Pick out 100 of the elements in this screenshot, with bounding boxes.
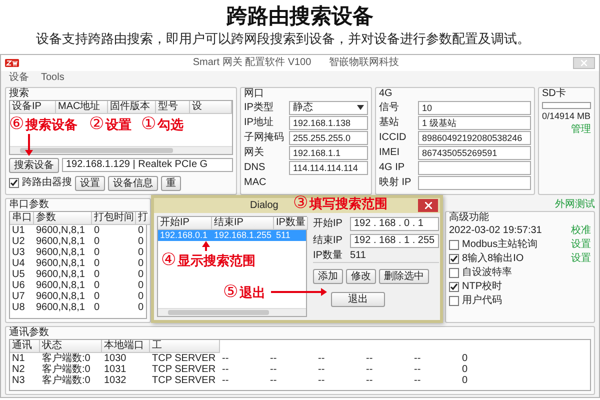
table-cell-text: --	[317, 375, 326, 386]
dialog-button[interactable]: 删除选中	[379, 269, 429, 284]
option-label: NTP校时	[462, 281, 503, 293]
table-cell-text: 0	[137, 247, 145, 258]
table-cell-text: 192.168.1.255	[213, 230, 273, 241]
ip-field[interactable]: 192 . 168 . 0 . 1	[350, 216, 439, 230]
group-title: SD卡	[542, 88, 566, 100]
manage-link[interactable]: 管理	[571, 124, 591, 136]
table-cell-text: --	[317, 353, 326, 364]
table-cell-text: --	[413, 353, 422, 364]
date-time: 2022-03-02 19:57:31	[449, 225, 542, 237]
column-header[interactable]: IP数量	[274, 217, 308, 230]
input-field[interactable]: 192.168.1.1	[289, 146, 368, 160]
table-cell-text: U6	[11, 280, 26, 291]
table-cell-text: 0	[137, 302, 145, 313]
input-field[interactable]: 89860492192080538246	[418, 130, 531, 144]
table-cell-text: 0	[93, 225, 101, 236]
option-label: 用户代码	[462, 295, 503, 307]
adapter-field[interactable]: 192.168.1.129 | Realtek PCIe G	[62, 158, 233, 172]
table-cell-text: TCP SERVER	[151, 375, 217, 386]
column-header[interactable]: 工	[150, 340, 220, 353]
table-cell-text: 0	[93, 280, 101, 291]
ip-count: 511	[350, 250, 366, 262]
settings-link[interactable]: 设置	[571, 253, 591, 265]
horizontal-scrollbar[interactable]	[158, 308, 306, 316]
table-cell-text: 0	[137, 236, 145, 247]
app-logo-icon	[5, 59, 19, 67]
input-field[interactable]: 192.168.1.138	[289, 116, 368, 130]
dropdown-field[interactable]: 静态	[289, 100, 368, 114]
input-field[interactable]: 867435055269591	[418, 146, 531, 160]
checkbox[interactable]	[9, 178, 19, 188]
table-cell-text: 9600,N,8,1	[35, 291, 86, 302]
input-field[interactable]: 1 级基站	[418, 116, 531, 130]
table-cell-text: U7	[11, 291, 26, 302]
table-cell-text: 0	[137, 258, 145, 269]
column-header[interactable]: MAC地址	[56, 101, 108, 114]
caret-icon	[357, 105, 364, 110]
input-field[interactable]: 114.114.114.114	[289, 160, 368, 174]
toolbar-button[interactable]: 重	[161, 176, 181, 190]
column-header[interactable]: 设备IP	[10, 101, 56, 114]
input-field[interactable]	[418, 160, 531, 174]
group-title: 4G	[379, 88, 392, 100]
menu-item[interactable]: 设备	[9, 72, 29, 84]
close-button[interactable]	[418, 199, 438, 212]
table-cell-text: 9600,N,8,1	[35, 280, 86, 291]
table-cell-text: 客户端数:0	[41, 364, 92, 375]
column-header[interactable]: 型号	[156, 101, 190, 114]
checkbox[interactable]	[449, 254, 459, 264]
menu-item[interactable]: Tools	[41, 72, 64, 84]
horizontal-scrollbar[interactable]	[10, 146, 232, 154]
table-cell-text: --	[269, 375, 278, 386]
field-label: MAC	[244, 176, 268, 188]
input-field[interactable]: 10	[418, 100, 531, 114]
field-label: DNS	[244, 162, 266, 174]
checkbox[interactable]	[449, 282, 459, 292]
table-cell-text: 0	[137, 280, 145, 291]
table-cell-text: 9600,N,8,1	[35, 225, 86, 236]
settings-link[interactable]: 设置	[571, 239, 591, 251]
column-header[interactable]: 本地端口	[102, 340, 150, 353]
toolbar-button[interactable]: 设置	[75, 176, 105, 190]
step-label: ⑤退出	[223, 283, 266, 303]
checkbox[interactable]	[449, 268, 459, 278]
exit-button[interactable]: 退出	[331, 292, 385, 307]
table-cell-text: --	[221, 375, 230, 386]
column-header[interactable]: 开始IP	[158, 217, 212, 230]
ip-field[interactable]: 192 . 168 . 1 . 255	[350, 234, 439, 248]
column-header[interactable]: 打包时间	[92, 212, 136, 225]
vendor-name: 智嵌物联网科技	[329, 57, 400, 69]
column-header[interactable]: 打	[136, 212, 151, 225]
search-button[interactable]: 搜索设备	[9, 158, 59, 172]
column-header[interactable]: 状态	[40, 340, 102, 353]
field-label: 结束IP	[313, 234, 344, 246]
input-field[interactable]: 255.255.255.0	[289, 130, 368, 144]
dialog-button[interactable]: 添加	[313, 269, 343, 284]
column-header[interactable]: 通讯	[10, 340, 40, 353]
field-label: IP类型	[244, 102, 274, 114]
step-label: ③填写搜索范围	[293, 194, 388, 214]
step-label: ④显示搜索范围	[161, 251, 256, 271]
dialog-button[interactable]: 修改	[346, 269, 376, 284]
field-label: 子网掩码	[244, 132, 285, 144]
column-header[interactable]: 固件版本	[108, 101, 156, 114]
table-cell-text: --	[413, 364, 422, 375]
checkbox[interactable]	[449, 240, 459, 250]
input-field[interactable]	[418, 176, 531, 190]
calibrate-link[interactable]: 校准	[571, 225, 591, 237]
column-header[interactable]: 参数	[34, 212, 92, 225]
column-header[interactable]: 结束IP	[212, 217, 274, 230]
page-title: 跨路由搜索设备	[226, 4, 374, 30]
table-cell-text: U1	[11, 225, 26, 236]
step-label: ⑥搜索设备	[9, 115, 78, 135]
checkbox-label: 跨路由器搜	[22, 177, 72, 189]
column-header[interactable]: 串口	[10, 212, 34, 225]
checkbox[interactable]	[449, 296, 459, 306]
column-header[interactable]: 设	[190, 101, 232, 114]
toolbar-button[interactable]: 设备信息	[108, 176, 158, 190]
field-label: IP数量	[313, 250, 344, 262]
field-label: 4G IP	[379, 162, 406, 174]
table-cell-text: 0	[461, 353, 469, 364]
table-cell-text: --	[365, 353, 374, 364]
table-cell-text: 0	[93, 302, 101, 313]
